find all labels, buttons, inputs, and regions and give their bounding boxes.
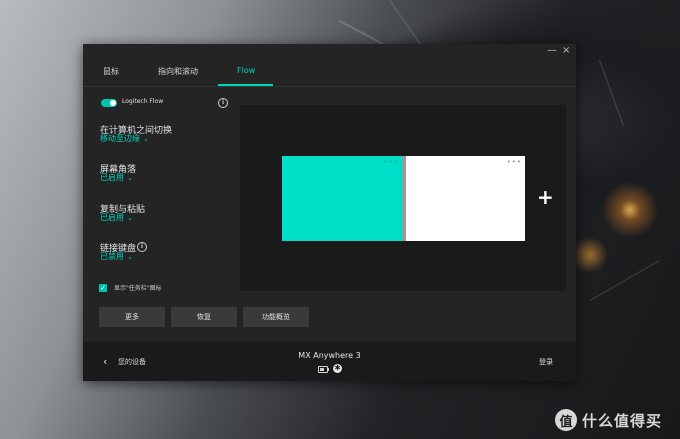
setting-corner-value: 已启用 — [100, 173, 124, 182]
taskbar-checkbox[interactable]: ✓ — [99, 284, 107, 292]
bottom-bar: ‹ 您的设备 MX Anywhere 3 ✱ 登录 — [83, 342, 576, 381]
tab-mouse[interactable]: 鼠标 — [103, 66, 119, 77]
setting-copy-value: 已启用 — [100, 213, 124, 222]
device-name: MX Anywhere 3 — [298, 351, 361, 360]
title-bar: — × — [83, 44, 576, 58]
setting-switch-dropdown[interactable]: 移动至边缘 ⌄ — [100, 133, 149, 144]
battery-icon — [318, 366, 328, 373]
more-button[interactable]: 更多 — [99, 307, 165, 327]
wallpaper-streak — [599, 60, 624, 127]
setting-switch-value: 移动至边缘 — [100, 134, 140, 143]
setting-keyboard-dropdown[interactable]: 已禁用 ⌄ — [100, 251, 133, 262]
taskbar-checkbox-label: 显示"任务栏"图标 — [114, 285, 162, 292]
wallpaper-streak — [590, 260, 660, 301]
chevron-down-icon: ⌄ — [127, 253, 133, 261]
computer-screen-b[interactable]: ••• — [406, 156, 525, 241]
toggle-knob — [110, 100, 116, 106]
bluetooth-icon: ✱ — [333, 364, 342, 373]
tab-active-indicator — [218, 84, 273, 86]
flow-screen-preview: ••• ••• + — [240, 105, 566, 291]
login-button[interactable]: 登录 — [539, 357, 553, 367]
info-icon[interactable]: i — [137, 242, 147, 252]
chevron-down-icon: ⌄ — [127, 214, 133, 222]
chevron-down-icon: ⌄ — [127, 174, 133, 182]
close-button[interactable]: × — [562, 45, 570, 57]
watermark-text: 什么值得买 — [582, 412, 663, 430]
battery-icon-tip — [328, 368, 329, 371]
minimize-button[interactable]: — — [547, 45, 557, 57]
setting-copy-dropdown[interactable]: 已启用 ⌄ — [100, 212, 133, 223]
menu-dots-icon[interactable]: ••• — [507, 159, 522, 166]
flow-toggle-label: Logitech Flow — [122, 98, 164, 105]
menu-dots-icon[interactable]: ••• — [384, 159, 399, 166]
overview-button[interactable]: 功能概览 — [243, 307, 309, 327]
add-computer-icon[interactable]: + — [537, 187, 554, 207]
watermark-logo: 值 — [555, 409, 577, 431]
flow-toggle[interactable] — [101, 99, 117, 107]
tab-point-scroll[interactable]: 指向和滚动 — [158, 66, 198, 77]
setting-corner-dropdown[interactable]: 已启用 ⌄ — [100, 172, 133, 183]
restore-button[interactable]: 恢复 — [171, 307, 237, 327]
tab-flow[interactable]: Flow — [237, 66, 255, 75]
chevron-down-icon: ⌄ — [143, 135, 149, 143]
info-icon[interactable]: i — [218, 98, 228, 108]
tab-bar: 鼠标 指向和滚动 Flow — [83, 60, 576, 87]
logi-options-window: — × 鼠标 指向和滚动 Flow Logitech Flow i 在计算机之间… — [83, 44, 576, 381]
computer-screen-a[interactable]: ••• — [282, 156, 402, 241]
setting-keyboard-value: 已禁用 — [100, 252, 124, 261]
